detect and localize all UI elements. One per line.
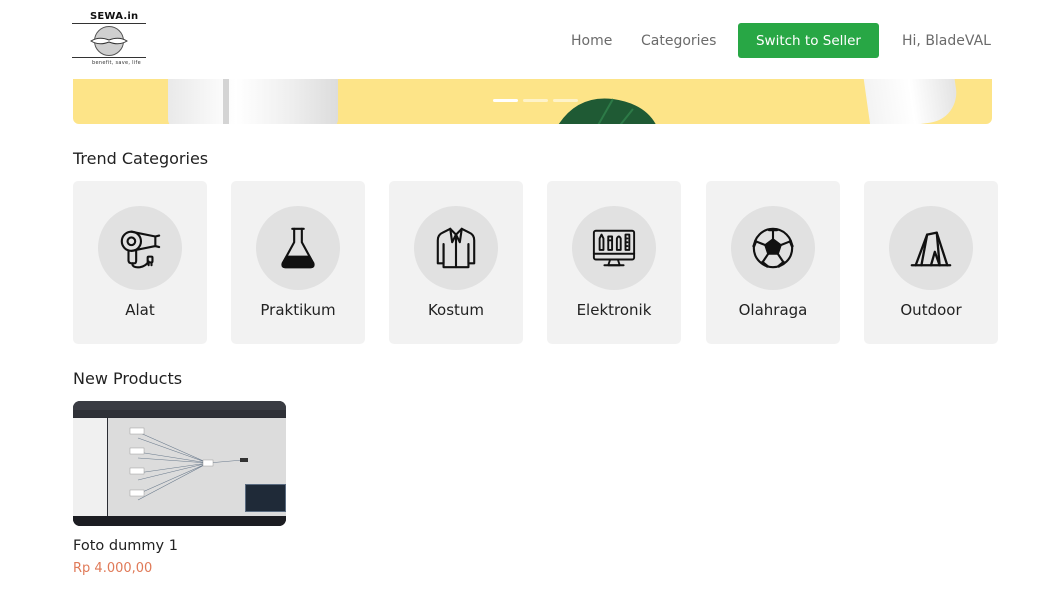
soccer-ball-icon [752, 227, 794, 269]
carousel-indicator-2[interactable] [523, 99, 548, 102]
banner-shirt-image [168, 79, 338, 124]
category-card-praktikum[interactable]: Praktikum [231, 181, 365, 344]
jacket-icon [436, 227, 476, 269]
category-label: Olahraga [738, 301, 808, 319]
product-image[interactable] [73, 401, 286, 526]
screenshot-toolbar [73, 410, 286, 417]
category-label: Elektronik [576, 301, 652, 319]
category-icon-circle [731, 206, 815, 290]
handshake-icon [90, 37, 128, 45]
category-label: Outdoor [900, 301, 962, 319]
carousel-indicator-1[interactable] [493, 99, 518, 102]
logo-divider [72, 57, 146, 58]
product-price: Rp 4.000,00 [73, 561, 153, 576]
category-card-elektronik[interactable]: Elektronik [547, 181, 681, 344]
category-icon-circle [572, 206, 656, 290]
category-card-alat[interactable]: Alat [73, 181, 207, 344]
category-icon-circle [98, 206, 182, 290]
category-icon-circle [414, 206, 498, 290]
screenshot-browser-bar [73, 401, 286, 410]
category-icon-circle [256, 206, 340, 290]
product-name[interactable]: Foto dummy 1 [73, 538, 178, 554]
hero-banner-carousel[interactable] [73, 79, 992, 124]
flask-icon [281, 227, 315, 269]
nav-categories-link[interactable]: Categories [641, 23, 716, 58]
monitor-design-icon [592, 229, 636, 267]
header: SEWA.in benefit, save, life Home Categor… [0, 0, 1060, 80]
new-products-title: New Products [73, 369, 183, 388]
trend-categories-title: Trend Categories [73, 149, 209, 168]
banner-bottle-image [861, 79, 961, 124]
user-greeting-menu[interactable]: Hi, BladeVAL [902, 23, 991, 58]
nav-home-link[interactable]: Home [571, 23, 612, 58]
category-label: Kostum [427, 301, 485, 319]
screenshot-taskbar [73, 516, 286, 526]
screenshot-left-panel [73, 418, 107, 516]
logo[interactable]: SEWA.in benefit, save, life [72, 10, 146, 70]
category-card-kostum[interactable]: Kostum [389, 181, 523, 344]
logo-divider [72, 23, 146, 24]
logo-text: SEWA.in [90, 11, 139, 22]
banner-leaf-image [558, 98, 656, 124]
switch-to-seller-button[interactable]: Switch to Seller [738, 23, 879, 58]
hair-dryer-icon [120, 230, 161, 269]
category-label: Alat [125, 301, 155, 319]
category-card-outdoor[interactable]: Outdoor [864, 181, 998, 344]
category-label: Praktikum [260, 301, 336, 319]
category-icon-circle [889, 206, 973, 290]
banner-shirt-fold [223, 79, 229, 124]
category-card-olahraga[interactable]: Olahraga [706, 181, 840, 344]
carousel-indicator-3[interactable] [553, 99, 578, 102]
logo-tagline: benefit, save, life [92, 60, 141, 66]
screenshot-dialog [245, 484, 286, 512]
tent-icon [910, 231, 952, 267]
